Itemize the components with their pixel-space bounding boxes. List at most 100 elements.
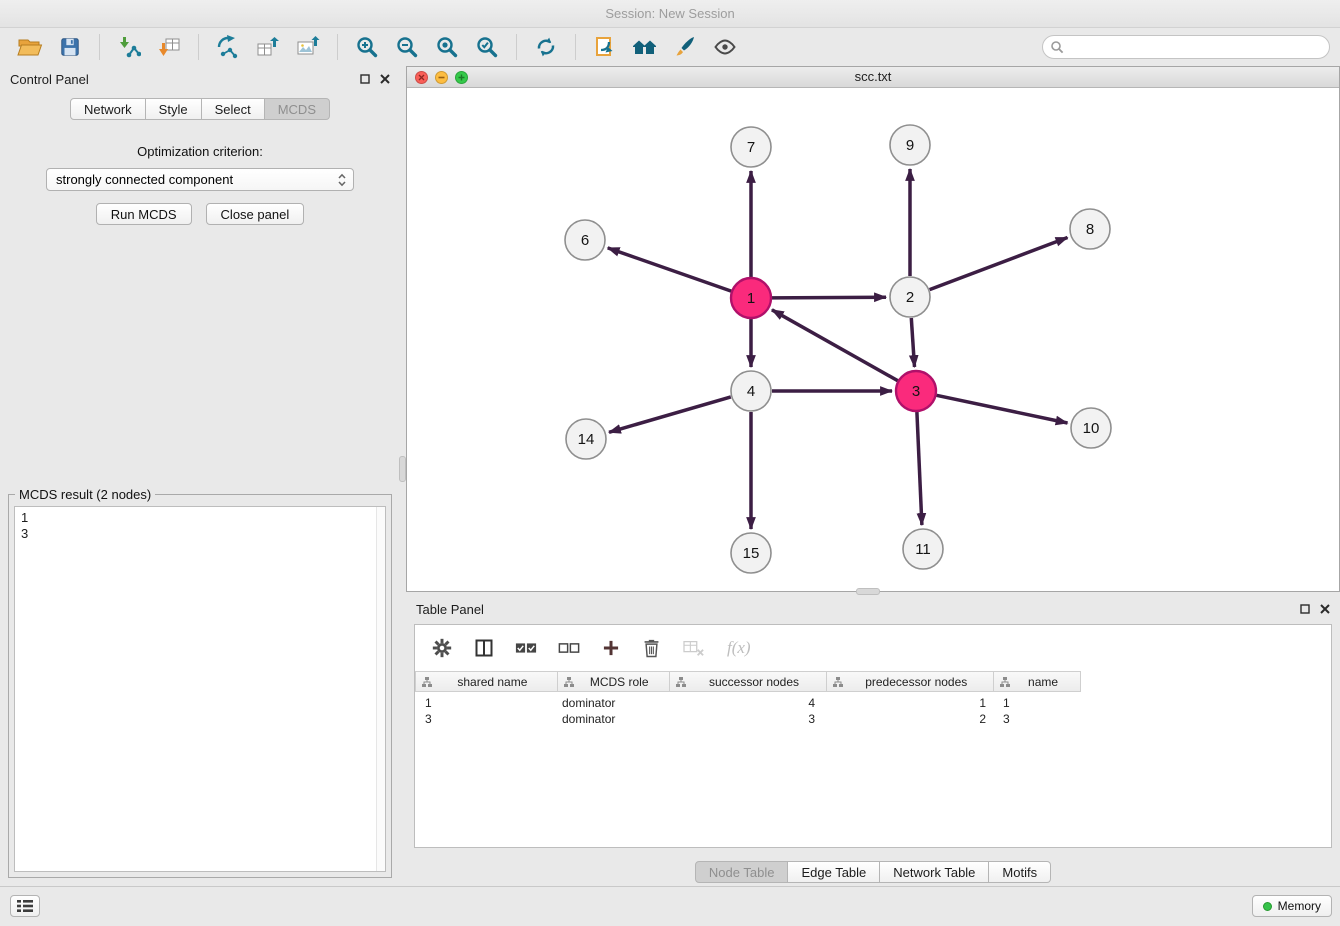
page-arrow-button[interactable]	[585, 31, 625, 63]
status-bar: Memory	[0, 886, 1340, 926]
table-row[interactable]: 1dominator411	[415, 695, 1331, 711]
window-zoom-icon[interactable]	[455, 71, 468, 84]
delete-table-button[interactable]	[682, 638, 706, 658]
zoom-selected-button[interactable]	[467, 31, 507, 63]
tab-motifs[interactable]: Motifs	[989, 861, 1051, 883]
graph-node-label: 10	[1083, 420, 1100, 437]
graph-edge-3-1[interactable]	[772, 310, 898, 381]
graph-node-label: 6	[581, 232, 589, 249]
graph-edge-3-10[interactable]	[937, 395, 1068, 423]
deselect-all-rows-button[interactable]	[558, 640, 580, 656]
graph-node-label: 1	[747, 290, 755, 307]
table-panel: Table Panel	[406, 596, 1340, 886]
column-header-successor-nodes[interactable]: successor nodes	[670, 672, 828, 691]
network-graph: 1234678910111415	[407, 88, 1339, 591]
graph-edge-1-6[interactable]	[608, 248, 732, 291]
graph-edge-2-8[interactable]	[930, 238, 1068, 290]
main-toolbar	[0, 28, 1340, 66]
zoom-out-button[interactable]	[387, 31, 427, 63]
tab-network-table[interactable]: Network Table	[880, 861, 989, 883]
show-panels-button[interactable]	[10, 895, 40, 917]
graph-edge-3-11[interactable]	[917, 412, 922, 525]
column-header-name[interactable]: name	[994, 672, 1081, 691]
table-cell: 1	[827, 695, 994, 711]
show-hide-button[interactable]	[705, 31, 745, 63]
function-builder-button[interactable]: f(x)	[727, 638, 751, 658]
delete-columns-button[interactable]	[642, 638, 661, 658]
window-close-icon[interactable]	[415, 71, 428, 84]
tab-select[interactable]: Select	[202, 98, 265, 120]
show-columns-button[interactable]	[474, 638, 494, 658]
select-all-icon	[515, 640, 537, 656]
add-column-button[interactable]	[601, 638, 621, 658]
column-sort-icon	[564, 677, 574, 687]
style-brush-button[interactable]	[665, 31, 705, 63]
table-row[interactable]: 3dominator323	[415, 711, 1331, 727]
network-window-titlebar: scc.txt	[407, 67, 1339, 88]
table-body: 1dominator4113dominator323	[415, 695, 1331, 727]
graph-edge-2-3[interactable]	[911, 318, 914, 367]
table-cell: 4	[669, 695, 827, 711]
folder-icon	[17, 36, 43, 58]
select-all-rows-button[interactable]	[515, 640, 537, 656]
network-canvas[interactable]: 1234678910111415	[407, 88, 1339, 591]
export-table-button[interactable]	[248, 31, 288, 63]
export-image-button[interactable]	[288, 31, 328, 63]
control-panel-float-icon[interactable]	[360, 74, 370, 84]
tab-network[interactable]: Network	[70, 98, 146, 120]
homes-icon	[632, 36, 658, 58]
floppy-icon	[59, 36, 81, 58]
table-cell: 3	[994, 711, 1081, 727]
control-panel-close-icon[interactable]	[380, 74, 390, 84]
table-settings-button[interactable]	[431, 637, 453, 659]
window-title: Session: New Session	[605, 6, 734, 21]
tab-mcds[interactable]: MCDS	[265, 98, 330, 120]
mcds-result-list[interactable]: 13	[14, 506, 386, 872]
optimization-criterion-label: Optimization criterion:	[0, 144, 400, 159]
home-button[interactable]	[625, 31, 665, 63]
export-network-icon	[216, 35, 240, 59]
tab-style[interactable]: Style	[146, 98, 202, 120]
table-panel-float-icon[interactable]	[1300, 604, 1310, 614]
search-icon	[1050, 40, 1064, 54]
table-cell: 1	[994, 695, 1081, 711]
control-panel: Control Panel NetworkStyleSelectMCDS Opt…	[0, 66, 400, 884]
horizontal-splitter-handle[interactable]	[856, 588, 880, 595]
memory-button[interactable]: Memory	[1252, 895, 1332, 917]
zoom-in-button[interactable]	[347, 31, 387, 63]
tab-node-table[interactable]: Node Table	[695, 861, 789, 883]
result-scrollbar[interactable]	[376, 507, 385, 871]
zoom-fit-button[interactable]	[427, 31, 467, 63]
graph-edge-4-14[interactable]	[609, 397, 731, 432]
column-header-predecessor-nodes[interactable]: predecessor nodes	[827, 672, 994, 691]
close-panel-button[interactable]: Close panel	[206, 203, 305, 225]
export-network-button[interactable]	[208, 31, 248, 63]
run-mcds-button[interactable]: Run MCDS	[96, 203, 192, 225]
graph-node-label: 15	[743, 545, 760, 562]
vertical-splitter-handle[interactable]	[399, 456, 406, 482]
column-header-shared-name[interactable]: shared name	[416, 672, 558, 691]
control-panel-title: Control Panel	[10, 72, 89, 87]
window-traffic-lights	[415, 71, 468, 84]
import-network-button[interactable]	[109, 31, 149, 63]
node-table-container: f(x) shared nameMCDS rolesuccessor nodes…	[414, 624, 1332, 848]
import-table-button[interactable]	[149, 31, 189, 63]
network-view-window: scc.txt 1234678910111415	[406, 66, 1340, 592]
zoom-in-icon	[355, 35, 379, 59]
criterion-dropdown[interactable]: strongly connected component	[46, 168, 354, 191]
import-table-icon	[157, 35, 181, 59]
column-header-MCDS-role[interactable]: MCDS role	[558, 672, 670, 691]
table-cell: dominator	[557, 695, 669, 711]
table-toolbar: f(x)	[415, 625, 1331, 671]
apply-layout-button[interactable]	[526, 31, 566, 63]
window-minimize-icon[interactable]	[435, 71, 448, 84]
column-sort-icon	[676, 677, 686, 687]
save-session-button[interactable]	[50, 31, 90, 63]
table-panel-close-icon[interactable]	[1320, 604, 1330, 614]
search-input[interactable]	[1042, 35, 1330, 59]
tab-edge-table[interactable]: Edge Table	[788, 861, 880, 883]
open-session-button[interactable]	[10, 31, 50, 63]
graph-edge-1-2[interactable]	[772, 297, 886, 298]
task-list-icon	[17, 899, 33, 913]
plus-icon	[601, 638, 621, 658]
